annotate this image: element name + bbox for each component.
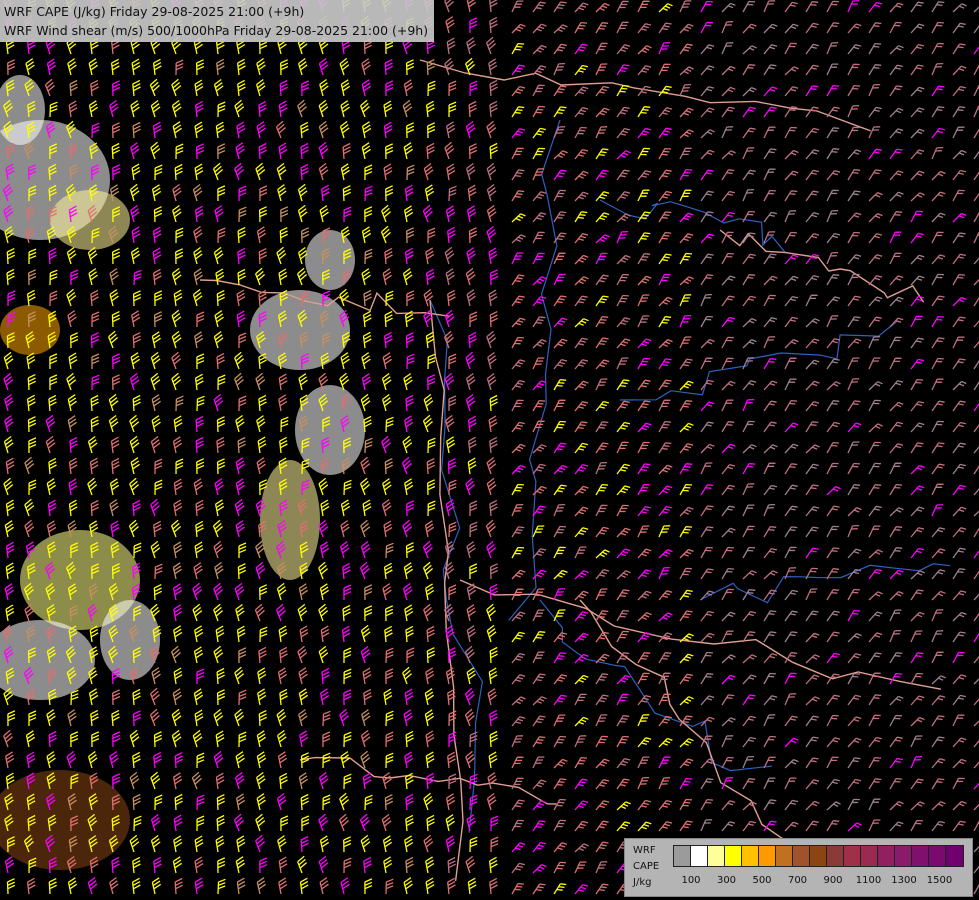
cape-patch [305,230,355,290]
legend-label-2: CAPE [633,861,660,872]
cape-patch [295,385,365,475]
legend-tick-label: 900 [823,875,843,886]
legend-color-scale [673,845,964,867]
legend-swatch [912,846,929,866]
legend-swatch [742,846,759,866]
legend-label-1: WRF [633,845,656,856]
wind-shear-title: WRF Wind shear (m/s) 500/1000hPa Friday … [4,23,429,38]
legend-tick-label: 1100 [855,875,882,886]
legend-swatch [691,846,708,866]
legend-swatch [708,846,725,866]
legend-tick-label: 1500 [926,875,953,886]
legend-tick-label: 1300 [891,875,917,886]
cape-patch [260,460,320,580]
legend-tick-labels: 100 300 500 700 900 1100 1300 1500 [673,875,973,889]
cape-title: WRF CAPE (J/kg) Friday 29-08-2025 21:00 … [4,4,305,19]
legend-swatch [674,846,691,866]
cape-patch [50,190,130,250]
legend-tick-label: 300 [716,875,737,886]
cape-legend: WRF CAPE J/kg 100 300 500 700 900 1100 1300 150… [624,838,973,897]
legend-swatch [827,846,844,866]
legend-swatch [844,846,861,866]
legend-swatch [861,846,878,866]
legend-swatch [929,846,946,866]
legend-swatch [759,846,776,866]
legend-swatch [810,846,827,866]
legend-swatch [725,846,742,866]
legend-swatch [878,846,895,866]
legend-tick-label: 500 [752,875,772,886]
legend-tick-label: 700 [787,875,808,886]
legend-swatch [895,846,912,866]
legend-tick-label: 100 [681,875,701,886]
legend-swatch [946,846,963,866]
legend-label-3: J/kg [633,877,652,888]
map-canvas [0,0,979,900]
map-title-box: WRF CAPE (J/kg) Friday 29-08-2025 21:00 … [0,0,435,42]
legend-swatch [776,846,793,866]
legend-swatch [793,846,810,866]
cape-patch [0,305,60,355]
